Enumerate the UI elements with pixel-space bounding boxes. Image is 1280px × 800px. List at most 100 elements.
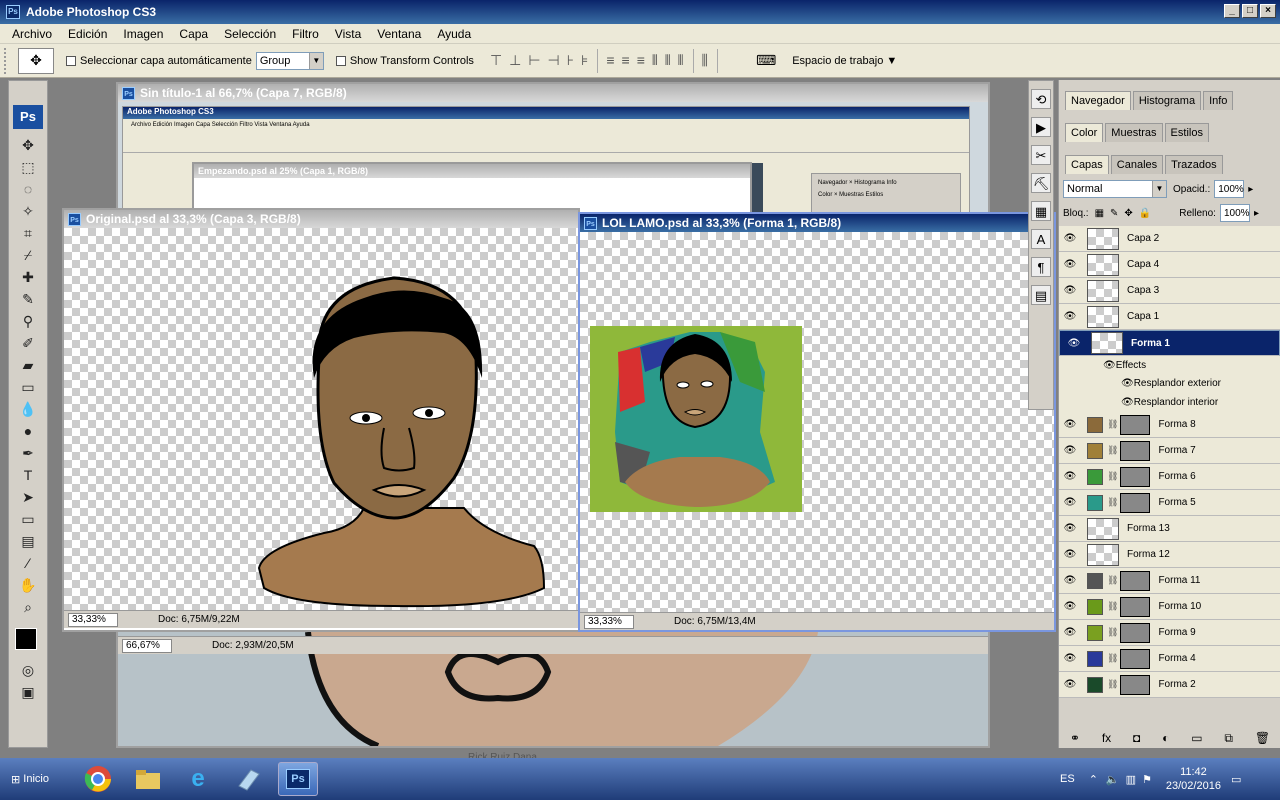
eraser-tool-icon[interactable]: ▰	[13, 355, 43, 376]
menu-archivo[interactable]: Archivo	[4, 27, 60, 41]
layer-mask-thumbnail[interactable]	[1120, 414, 1151, 435]
fill-field[interactable]: 100%	[1219, 204, 1250, 222]
chain-icon[interactable]: ⛓	[1107, 471, 1118, 482]
eye-icon[interactable]: 👁	[1059, 445, 1081, 456]
chain-icon[interactable]: ⛓	[1107, 653, 1118, 664]
paragraph-icon[interactable]: ¶	[1031, 257, 1051, 277]
zoom-field[interactable]: 33,33%	[68, 612, 118, 627]
layer-row[interactable]: 👁 ⛓ Forma 11	[1059, 568, 1280, 594]
layer-thumbnail[interactable]	[1091, 332, 1123, 354]
tab-histograma[interactable]: Histograma	[1132, 91, 1202, 110]
auto-align-icon[interactable]: ⫼	[702, 52, 709, 69]
eye-icon[interactable]: 👁	[1059, 259, 1081, 270]
eye-icon[interactable]: 👁	[1059, 601, 1081, 612]
tab-muestras[interactable]: Muestras	[1105, 123, 1163, 142]
workspace-icon[interactable]: ⌨	[756, 52, 776, 69]
tool-preset-button[interactable]: ✥	[18, 47, 54, 74]
notes-app-icon[interactable]	[228, 762, 268, 796]
menu-ayuda[interactable]: Ayuda	[429, 27, 479, 41]
opacity-field[interactable]: 100%	[1214, 180, 1245, 198]
menu-edicion[interactable]: Edición	[60, 27, 115, 41]
brushes-icon[interactable]: ⛏	[1031, 173, 1051, 193]
chain-icon[interactable]: ⛓	[1107, 445, 1118, 456]
chevron-right-icon[interactable]: ▸	[1248, 184, 1253, 195]
character-icon[interactable]: A	[1031, 229, 1051, 249]
zoom-field[interactable]: 66,67%	[122, 638, 172, 653]
lock-all-icon[interactable]: 🔒	[1139, 208, 1151, 219]
clone-stamp-tool-icon[interactable]: ⚲	[13, 311, 43, 332]
layer-row[interactable]: 👁 Capa 3	[1059, 278, 1280, 304]
chevron-right-icon[interactable]: ▸	[1254, 208, 1259, 219]
history-brush-tool-icon[interactable]: ✐	[13, 333, 43, 354]
workspace-menu[interactable]: Espacio de trabajo ▼	[792, 55, 897, 67]
show-hidden-icons-icon[interactable]: ⌃	[1089, 773, 1098, 786]
tab-info[interactable]: Info	[1203, 91, 1234, 110]
marquee-tool-icon[interactable]: ⬚	[13, 157, 43, 178]
shape-tool-icon[interactable]: ▭	[13, 509, 43, 530]
distribute-icon[interactable]: ⫴	[678, 52, 685, 69]
effects-row[interactable]: 👁 Effects	[1059, 356, 1280, 374]
document-title-bar[interactable]: Ps LOL LAMO.psd al 33,3% (Forma 1, RGB/8…	[580, 214, 1054, 232]
eye-icon[interactable]: 👁	[1059, 471, 1081, 482]
layer-row[interactable]: 👁 ⛓ Forma 10	[1059, 594, 1280, 620]
healing-brush-tool-icon[interactable]: ✚	[13, 267, 43, 288]
photoshop-taskbar-icon[interactable]: Ps	[278, 762, 318, 796]
align-buttons[interactable]: ⊤ ⊥ ⊢ ⊣ ⊦ ⊧	[490, 52, 589, 69]
maximize-button[interactable]: □	[1242, 4, 1258, 18]
layer-row[interactable]: 👁 ⛓ Forma 2	[1059, 672, 1280, 698]
layer-row[interactable]: 👁 Capa 1	[1059, 304, 1280, 330]
magic-wand-tool-icon[interactable]: ✧	[13, 201, 43, 222]
eye-icon[interactable]: 👁	[1059, 419, 1081, 430]
auto-align-button[interactable]: ⫼	[702, 52, 709, 69]
clone-source-icon[interactable]: ▦	[1031, 201, 1051, 221]
dodge-tool-icon[interactable]: ●	[13, 421, 43, 442]
document-window-lol-lamo[interactable]: Ps LOL LAMO.psd al 33,3% (Forma 1, RGB/8…	[578, 212, 1056, 632]
new-group-icon[interactable]: ▭	[1191, 731, 1202, 745]
layer-row[interactable]: 👁 ⛓ Forma 5	[1059, 490, 1280, 516]
chain-icon[interactable]: ⛓	[1107, 627, 1118, 638]
layer-mask-thumbnail[interactable]	[1120, 440, 1151, 461]
layer-thumbnail[interactable]	[1087, 305, 1119, 328]
tab-canales[interactable]: Canales	[1110, 155, 1164, 174]
eye-icon[interactable]: 👁	[1059, 233, 1081, 244]
align-icon[interactable]: ⊧	[581, 52, 589, 69]
explorer-icon[interactable]	[128, 762, 168, 796]
layer-row[interactable]: 👁 ⛓ Forma 7	[1059, 438, 1280, 464]
brush-tool-icon[interactable]: ✎	[13, 289, 43, 310]
chain-icon[interactable]: ⛓	[1107, 419, 1118, 430]
eye-icon[interactable]: 👁	[1059, 653, 1081, 664]
document-title-bar[interactable]: Ps Original.psd al 33,3% (Capa 3, RGB/8)	[64, 210, 578, 228]
menu-seleccion[interactable]: Selección	[216, 27, 284, 41]
layer-row[interactable]: 👁 ⛓ Forma 6	[1059, 464, 1280, 490]
internet-explorer-icon[interactable]: e	[178, 762, 218, 796]
volume-icon[interactable]: 🔈	[1106, 773, 1120, 786]
fx-icon[interactable]: fx	[1102, 731, 1111, 745]
show-desktop-icon[interactable]: ▭	[1231, 773, 1241, 786]
document-title-bar[interactable]: Empezando.psd al 25% (Capa 1, RGB/8)	[194, 164, 750, 178]
distribute-icon[interactable]: ≡	[622, 52, 631, 69]
layer-mask-thumbnail[interactable]	[1120, 570, 1151, 591]
menu-vista[interactable]: Vista	[327, 27, 369, 41]
distribute-icon[interactable]: ⫴	[665, 52, 672, 69]
menu-filtro[interactable]: Filtro	[284, 27, 327, 41]
chain-icon[interactable]: ⛓	[1107, 679, 1118, 690]
eye-icon[interactable]: 👁	[1121, 397, 1134, 408]
lock-pixels-icon[interactable]: ✎	[1110, 208, 1118, 219]
eye-icon[interactable]: 👁	[1103, 360, 1116, 371]
layer-mask-thumbnail[interactable]	[1120, 596, 1151, 617]
layer-thumbnail[interactable]	[1087, 227, 1119, 250]
align-icon[interactable]: ⊣	[548, 52, 561, 69]
layer-comps-icon[interactable]: ▤	[1031, 285, 1051, 305]
layer-mask-thumbnail[interactable]	[1120, 492, 1151, 513]
quick-mask-icon[interactable]: ◎	[13, 660, 43, 681]
layer-row[interactable]: 👁 ⛓ Forma 8	[1059, 412, 1280, 438]
actions-icon[interactable]: ▶	[1031, 117, 1051, 137]
close-button[interactable]: ×	[1260, 4, 1276, 18]
layer-row[interactable]: 👁 Capa 2	[1059, 226, 1280, 252]
canvas-original[interactable]	[64, 228, 578, 610]
layer-row[interactable]: 👁 Forma 1	[1059, 330, 1280, 356]
effect-row[interactable]: 👁 Resplandor interior	[1059, 393, 1280, 412]
chain-icon[interactable]: ⛓	[1107, 497, 1118, 508]
add-mask-icon[interactable]: ◘	[1133, 731, 1140, 745]
path-selection-tool-icon[interactable]: ➤	[13, 487, 43, 508]
